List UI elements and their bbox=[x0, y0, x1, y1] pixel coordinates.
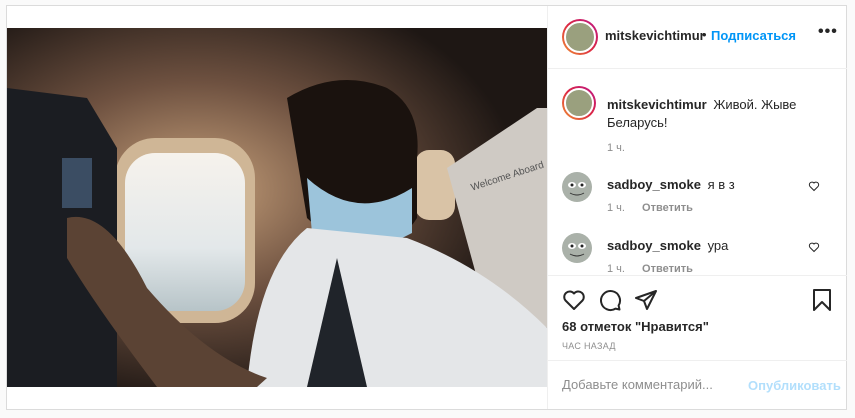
comment-username[interactable]: sadboy_smoke bbox=[607, 238, 701, 253]
reply-button[interactable]: Ответить bbox=[642, 263, 693, 275]
commenter-avatar[interactable] bbox=[562, 233, 592, 263]
heart-icon[interactable] bbox=[808, 241, 820, 253]
comment-meta: 1 ч. Ответить bbox=[607, 202, 693, 214]
separator-dot: • bbox=[702, 27, 707, 42]
post-card: Welcome Aboard mitskevichtimur • Подписа… bbox=[6, 5, 847, 410]
author-avatar[interactable] bbox=[562, 19, 598, 55]
comment-time: 1 ч. bbox=[607, 202, 625, 214]
post-header: mitskevichtimur • Подписаться ••• bbox=[548, 6, 847, 69]
more-icon[interactable]: ••• bbox=[818, 23, 838, 41]
post-photo[interactable]: Welcome Aboard bbox=[7, 6, 547, 409]
author-username[interactable]: mitskevichtimur bbox=[605, 28, 705, 43]
post-panel: mitskevichtimur • Подписаться ••• mitske… bbox=[547, 6, 847, 409]
comment-body: ура bbox=[707, 238, 729, 253]
caption-avatar[interactable] bbox=[562, 86, 596, 120]
post-time[interactable]: ЧАС НАЗАД bbox=[562, 341, 616, 351]
save-icon[interactable] bbox=[810, 288, 834, 312]
heart-icon[interactable] bbox=[808, 180, 820, 192]
comment-input[interactable] bbox=[562, 377, 742, 392]
comment-text: sadboy_smoke ура bbox=[607, 237, 822, 255]
comment-meta: 1 ч. Ответить bbox=[607, 263, 693, 275]
reply-button[interactable]: Ответить bbox=[642, 202, 693, 214]
post-button[interactable]: Опубликовать bbox=[748, 378, 841, 393]
comment-icon[interactable] bbox=[598, 288, 622, 312]
comment-body: я в з bbox=[707, 177, 735, 192]
likes-count[interactable]: 68 отметок "Нравится" bbox=[562, 319, 709, 334]
comments-list[interactable]: mitskevichtimur Живой. Жыве Беларусь! 1 … bbox=[548, 69, 847, 275]
follow-button[interactable]: Подписаться bbox=[711, 28, 796, 43]
photo-image: Welcome Aboard bbox=[7, 28, 547, 387]
post-actions: 68 отметок "Нравится" ЧАС НАЗАД Опублико… bbox=[548, 275, 847, 409]
comment-time: 1 ч. bbox=[607, 263, 625, 275]
caption-username[interactable]: mitskevichtimur bbox=[607, 97, 707, 112]
comment-composer: Опубликовать bbox=[548, 360, 847, 410]
caption-time: 1 ч. bbox=[607, 142, 625, 154]
comment-text: sadboy_smoke я в з bbox=[607, 176, 822, 194]
like-icon[interactable] bbox=[562, 288, 586, 312]
share-icon[interactable] bbox=[634, 288, 658, 312]
commenter-avatar[interactable] bbox=[562, 172, 592, 202]
comment-username[interactable]: sadboy_smoke bbox=[607, 177, 701, 192]
caption-text: mitskevichtimur Живой. Жыве Беларусь! bbox=[607, 96, 822, 132]
